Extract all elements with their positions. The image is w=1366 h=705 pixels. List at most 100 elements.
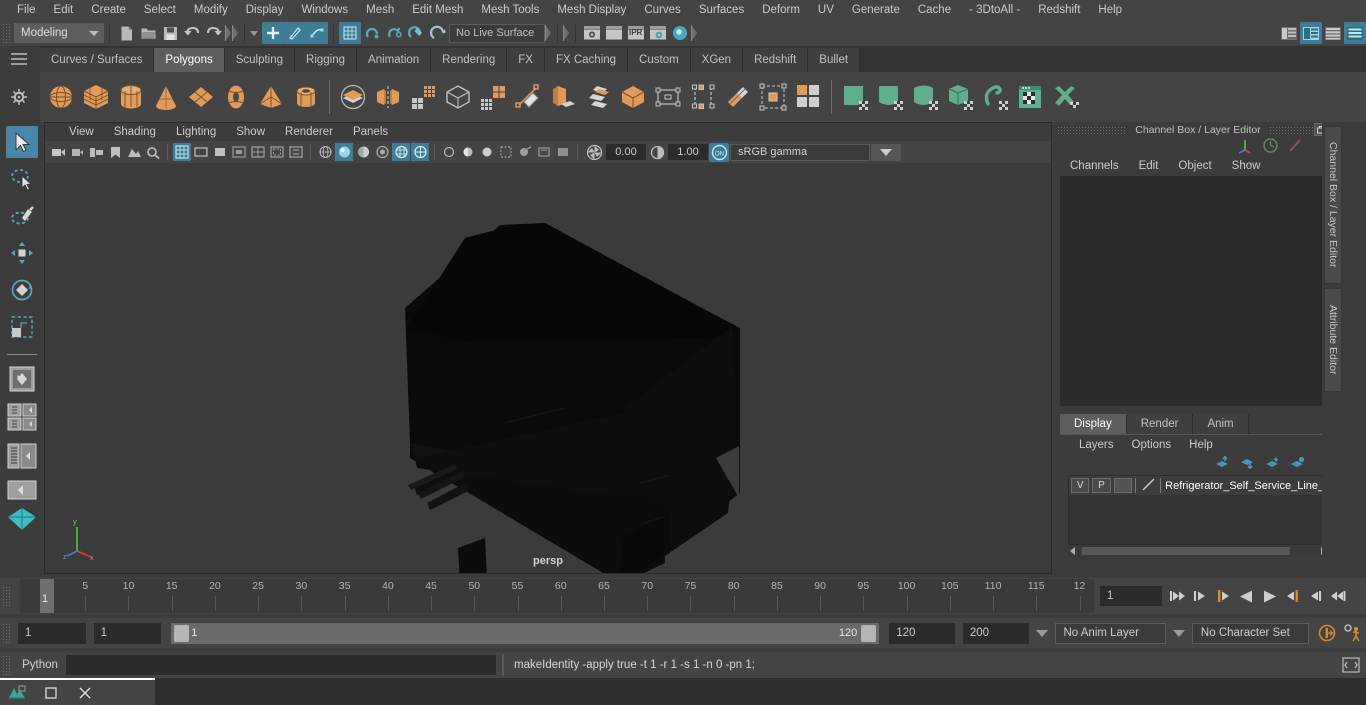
new-layer-icon[interactable] [1265, 456, 1281, 472]
shelf-tabs-menu-icon[interactable] [10, 52, 28, 70]
sculpt-mirror-icon[interactable] [1048, 76, 1082, 118]
range-slider-grip[interactable] [2, 623, 11, 643]
layer-list-horizontal-scrollbar[interactable] [1068, 545, 1328, 557]
layer-tab-display[interactable]: Display [1060, 414, 1127, 434]
live-surface-field[interactable]: No Live Surface [449, 23, 545, 43]
show-outliner-icon[interactable] [1344, 22, 1366, 44]
menu-edit[interactable]: Edit [45, 0, 83, 20]
shelf-options-gear-icon[interactable] [10, 88, 28, 106]
shelf-tab-bullet[interactable]: Bullet [808, 48, 861, 72]
refrigerator-model-mesh[interactable] [45, 163, 1051, 573]
table-row[interactable]: V P Refrigerator_Self_Service_Line_Eleme… [1069, 476, 1327, 495]
poly-smooth-icon[interactable] [441, 76, 475, 118]
current-frame-field[interactable]: 1 [1100, 586, 1162, 606]
persp-outliner-layout-icon[interactable] [6, 439, 38, 473]
menu-set-selector[interactable]: Modeling [14, 23, 104, 43]
step-back-frame-icon[interactable] [1191, 586, 1210, 606]
animation-preferences-icon[interactable] [1340, 621, 1366, 645]
clock-icon[interactable] [1262, 137, 1279, 157]
pen-icon[interactable] [1287, 137, 1304, 157]
exposure-value[interactable]: 0.00 [606, 144, 646, 160]
menu-cache[interactable]: Cache [909, 0, 960, 20]
menu-3dtoall[interactable]: - 3DtoAll - [960, 0, 1029, 20]
make-live-icon[interactable] [427, 22, 449, 44]
shelf-tab-fx-caching[interactable]: FX Caching [544, 48, 629, 72]
render-settings-icon[interactable] [647, 22, 669, 44]
menu-surfaces[interactable]: Surfaces [690, 0, 753, 20]
poly-quad-draw-icon[interactable] [651, 76, 685, 118]
shelf-tab-custom[interactable]: Custom [628, 48, 691, 72]
color-management-dropdown[interactable]: sRGB gamma [730, 143, 870, 161]
safe-title-icon[interactable] [287, 143, 305, 161]
menu-windows[interactable]: Windows [292, 0, 357, 20]
sculpt-grab-icon[interactable] [838, 76, 872, 118]
viewport-canvas[interactable]: x y z persp [45, 163, 1051, 573]
range-end-time-field[interactable]: 120 [889, 622, 955, 644]
smooth-shade-selected-icon[interactable] [354, 143, 372, 161]
time-slider-grip[interactable] [2, 586, 11, 606]
play-forwards-icon[interactable] [1260, 586, 1279, 606]
menu-edit-mesh[interactable]: Edit Mesh [403, 0, 472, 20]
layer-color-swatch-icon[interactable] [1141, 477, 1157, 495]
move-layer-down-icon[interactable] [1240, 456, 1256, 472]
range-start-handle[interactable] [174, 624, 190, 642]
go-to-start-icon[interactable] [1168, 586, 1187, 606]
menu-file[interactable]: File [8, 0, 45, 20]
scrollbar-thumb[interactable] [1082, 547, 1290, 555]
range-end-handle[interactable] [861, 624, 877, 642]
range-slider-bar[interactable]: 1 120 [171, 622, 880, 644]
last-tool-icon[interactable] [6, 363, 38, 395]
menu-display[interactable]: Display [237, 0, 293, 20]
bookmarks-icon[interactable] [106, 143, 124, 161]
ipr-render-icon[interactable]: IPR [625, 22, 647, 44]
menu-modify[interactable]: Modify [185, 0, 237, 20]
auto-keyframe-icon[interactable] [1314, 621, 1340, 645]
panel-drag-grip[interactable] [1057, 125, 1128, 135]
lighting-none-icon[interactable] [440, 143, 458, 161]
menu-deform[interactable]: Deform [753, 0, 809, 20]
select-camera-icon[interactable] [49, 143, 67, 161]
layer-visibility-toggle[interactable]: V [1071, 478, 1090, 493]
poly-pipe-icon[interactable] [289, 76, 323, 118]
layer-shading-toggle[interactable] [1113, 478, 1132, 493]
step-forward-frame-icon[interactable] [1306, 586, 1325, 606]
magnet-icon[interactable] [405, 22, 427, 44]
exposure-icon[interactable] [583, 143, 605, 161]
select-tool-icon[interactable] [6, 126, 38, 158]
viewport-menu-view[interactable]: View [59, 123, 104, 141]
lighting-default-icon[interactable] [459, 143, 477, 161]
show-attribute-editor-icon[interactable] [1278, 22, 1300, 44]
select-by-component-icon[interactable] [306, 22, 328, 44]
collapse-arrow-icon[interactable] [563, 24, 570, 42]
poly-torus-icon[interactable] [219, 76, 253, 118]
gamma-value[interactable]: 1.00 [668, 144, 708, 160]
sculpt-cube-icon[interactable] [943, 76, 977, 118]
poly-separate-icon[interactable] [756, 76, 790, 118]
camera-attributes-icon[interactable] [87, 143, 105, 161]
channel-box-menu-show[interactable]: Show [1222, 156, 1271, 176]
wireframe-icon[interactable] [316, 143, 334, 161]
image-plane-icon[interactable] [125, 143, 143, 161]
two-d-pan-zoom-icon[interactable] [144, 143, 162, 161]
collapse-arrow-icon[interactable] [691, 24, 698, 42]
maya-app-icon[interactable] [0, 679, 34, 705]
menu-help[interactable]: Help [1089, 0, 1131, 20]
poly-target-weld-icon[interactable] [686, 76, 720, 118]
viewport-menu-lighting[interactable]: Lighting [166, 123, 226, 141]
motion-blur-icon[interactable] [535, 143, 553, 161]
menu-mesh[interactable]: Mesh [357, 0, 403, 20]
poly-plane-icon[interactable] [184, 76, 218, 118]
redo-previous-render-icon[interactable] [603, 22, 625, 44]
shelf-tab-polygons[interactable]: Polygons [154, 48, 225, 72]
poly-create-tool-icon[interactable] [511, 76, 545, 118]
sculpt-mask-icon[interactable] [1013, 76, 1047, 118]
snap-to-point-icon[interactable] [383, 22, 405, 44]
menu-mesh-tools[interactable]: Mesh Tools [472, 0, 548, 20]
poly-sphere-boolean-icon[interactable] [336, 76, 370, 118]
resolution-gate-icon[interactable] [211, 143, 229, 161]
animation-end-time-field[interactable]: 200 [962, 622, 1029, 644]
redo-icon[interactable] [203, 22, 225, 44]
lock-camera-icon[interactable] [68, 143, 86, 161]
shadows-icon[interactable] [497, 143, 515, 161]
snap-to-curve-icon[interactable] [361, 22, 383, 44]
